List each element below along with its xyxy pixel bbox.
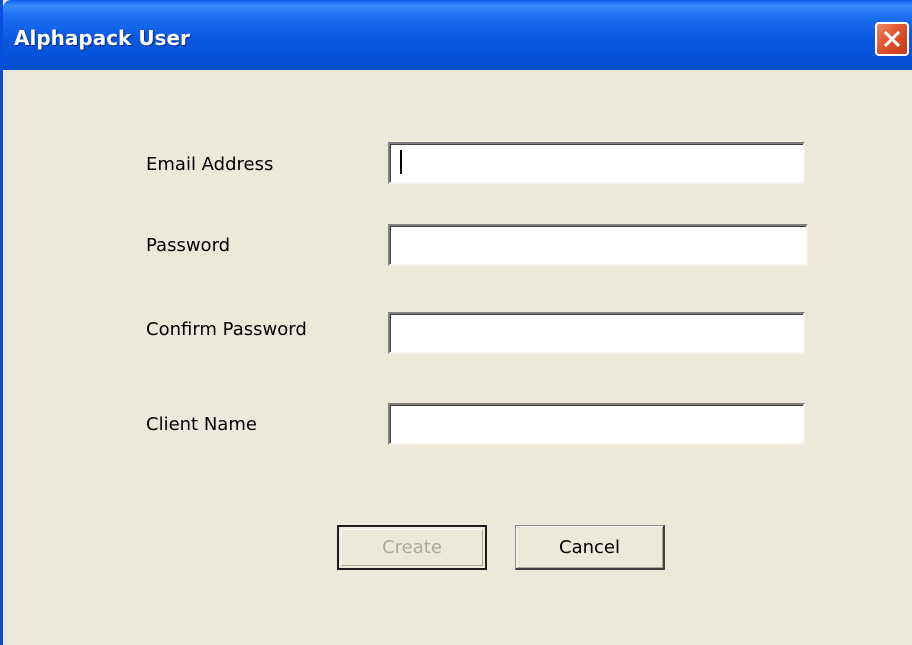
confirm-password-input[interactable] [388,312,805,354]
text-caret [400,150,402,174]
title-bar[interactable]: Alphapack User [3,0,912,70]
close-icon [883,30,901,48]
client-name-input[interactable] [388,403,805,445]
password-input[interactable] [388,224,808,266]
cancel-button[interactable]: Cancel [515,525,665,570]
email-address-label: Email Address [146,154,274,175]
password-label: Password [146,235,231,256]
email-address-input[interactable] [388,142,805,184]
create-button-label: Create [382,537,442,558]
cancel-button-label: Cancel [559,536,620,558]
close-button[interactable] [875,22,909,56]
dialog-window: Alphapack User Email Address Password Co… [0,0,912,645]
window-title: Alphapack User [14,26,190,50]
confirm-password-label: Confirm Password [146,319,307,340]
client-name-label: Client Name [146,414,257,435]
create-button[interactable]: Create [337,525,487,570]
